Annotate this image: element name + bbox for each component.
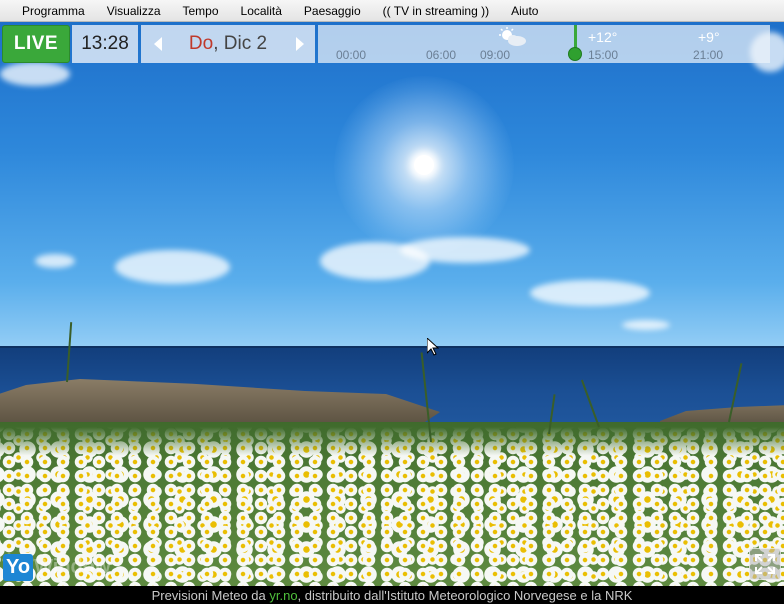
logo-window: Window [34, 555, 111, 578]
logo-yo: Yo [3, 553, 34, 581]
mouse-cursor-icon [426, 336, 440, 361]
live-button[interactable]: LIVE [2, 25, 70, 63]
menu-aiuto[interactable]: Aiuto [500, 0, 549, 22]
sun-icon [414, 155, 434, 175]
cloud [35, 254, 75, 268]
weather-landscape [0, 22, 784, 586]
yr-no-link[interactable]: yr.no [269, 588, 297, 603]
status-bar: Previsioni Meteo da yr.no, distribuito d… [0, 586, 784, 604]
timeline-hour: 00:00 [336, 48, 367, 62]
date-rest: , Dic 2 [213, 33, 268, 54]
timeline-hour: 06:00 [426, 48, 457, 62]
cloud [115, 250, 230, 284]
status-suffix: , distribuito dall'Istituto Meteorologic… [297, 587, 633, 603]
menu-bar: Programma Visualizza Tempo Località Paes… [0, 0, 784, 22]
cloud [400, 237, 530, 263]
timeline-temperature: +12° [588, 29, 618, 45]
cloud [530, 280, 650, 306]
timeline-temperature: +9° [698, 29, 720, 45]
next-day-arrow-icon[interactable] [287, 25, 313, 63]
previous-day-arrow-icon[interactable] [145, 25, 171, 63]
timeline-hour: 09:00 [480, 48, 511, 62]
timeline-hour: 15:00 [588, 48, 619, 62]
daisy-flowers [0, 427, 784, 586]
cloud [0, 62, 70, 86]
menu-paesaggio[interactable]: Paesaggio [293, 0, 372, 22]
fullscreen-icon [755, 554, 775, 574]
menu-programma[interactable]: Programma [12, 0, 96, 22]
top-control-bar: LIVE 13:28 Do, Dic 2 00:00 06:00 09:00 1… [0, 22, 784, 64]
menu-visualizza[interactable]: Visualizza [96, 0, 172, 22]
menu-localita[interactable]: Località [230, 0, 293, 22]
menu-tv-streaming[interactable]: (( TV in streaming )) [372, 0, 500, 22]
hourly-timeline[interactable]: 00:00 06:00 09:00 15:00 21:00 +12° +9° [318, 25, 770, 63]
menu-tempo[interactable]: Tempo [172, 0, 230, 22]
partly-cloudy-icon [496, 27, 528, 47]
status-prefix: Previsioni Meteo da [151, 587, 270, 603]
timeline-current-marker [574, 25, 577, 49]
cloud [622, 320, 670, 330]
date-day: Do [188, 33, 214, 54]
timeline-drag-handle[interactable] [568, 47, 582, 61]
current-time: 13:28 [72, 25, 138, 63]
yowindow-logo[interactable]: Yo Window [3, 551, 111, 583]
timeline-hour: 21:00 [693, 48, 724, 62]
fullscreen-button[interactable] [749, 548, 781, 580]
horizon [0, 346, 784, 348]
